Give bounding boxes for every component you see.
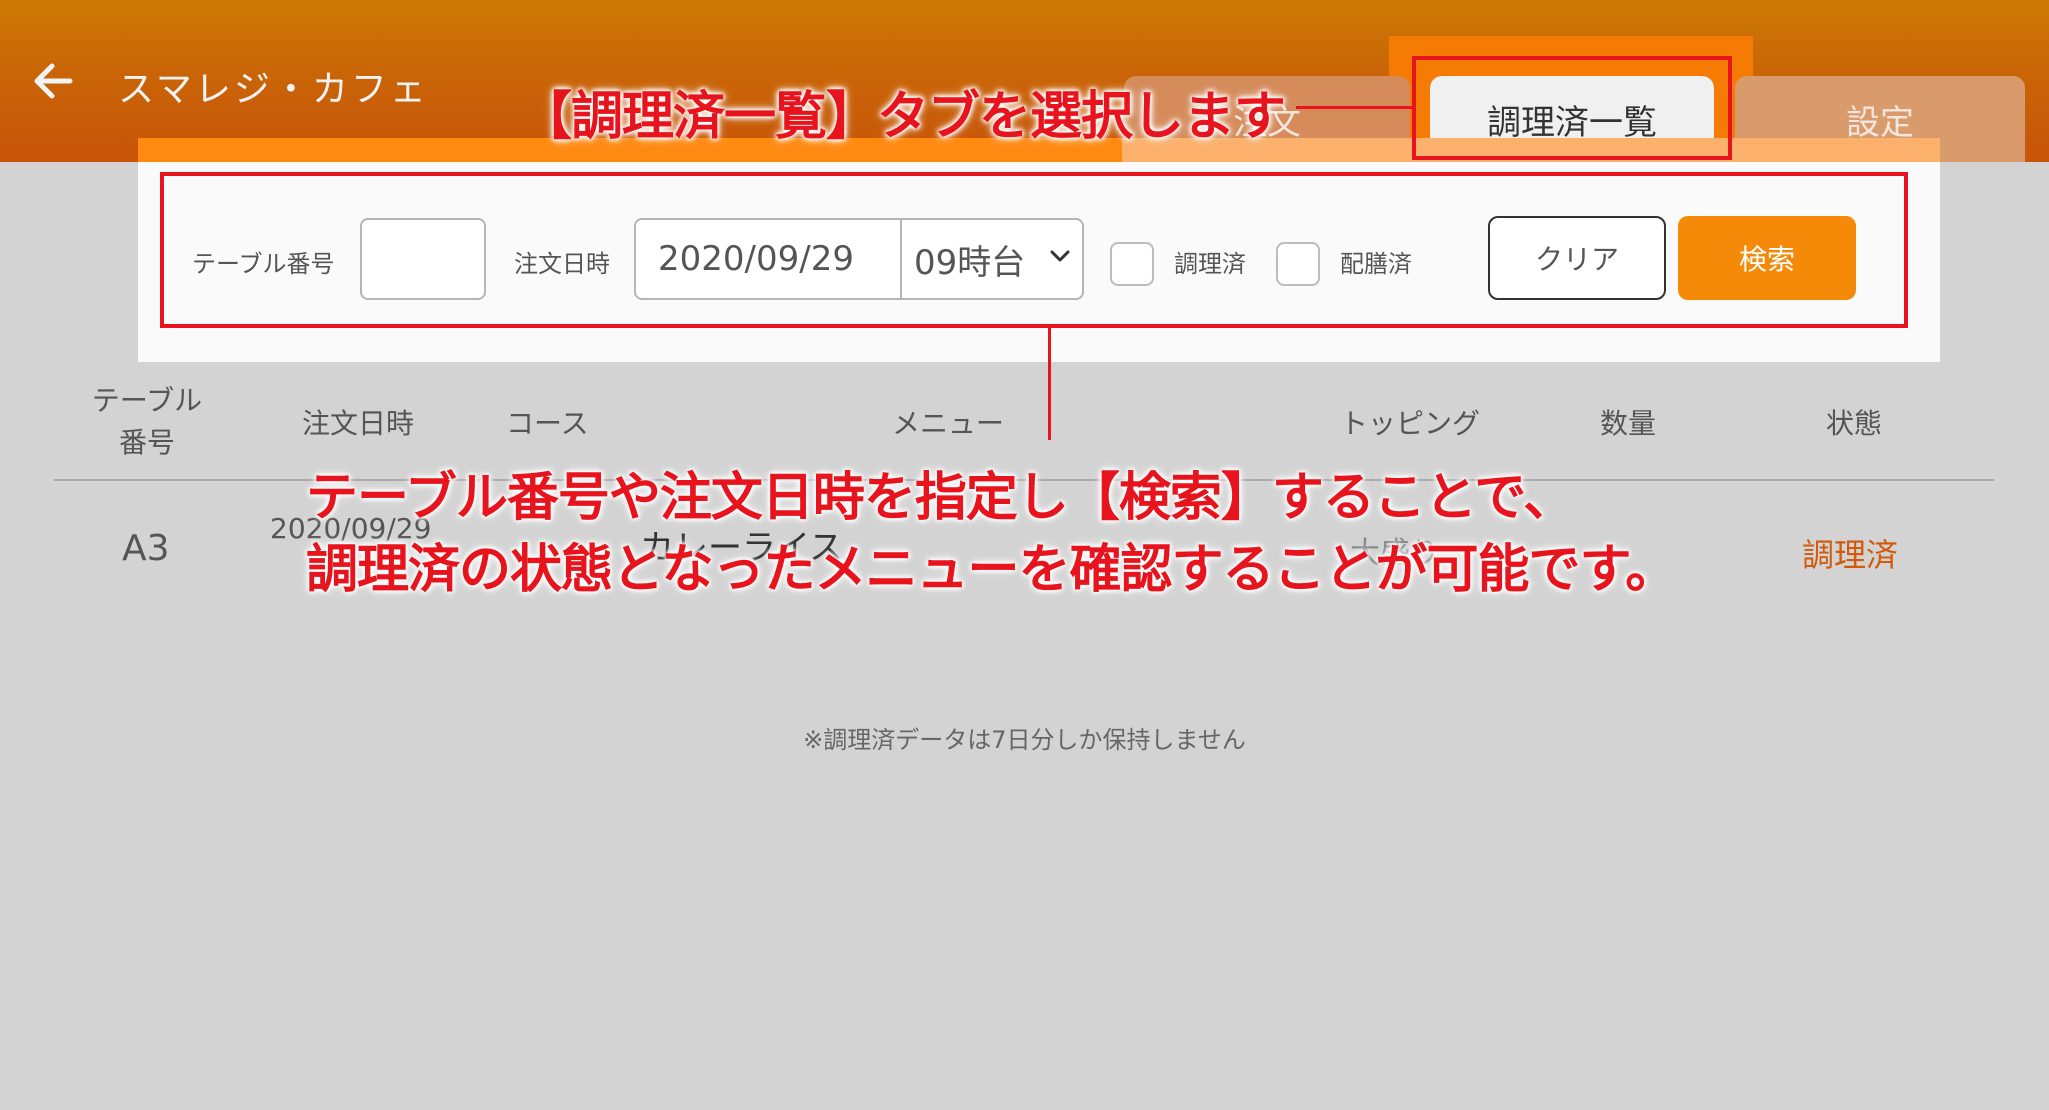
column-header-table-number-line2: 番号 bbox=[118, 426, 175, 459]
annotation-filter-connector bbox=[1048, 328, 1051, 440]
retention-note: ※調理済データは7日分しか保持しません bbox=[803, 726, 1246, 754]
column-header-status: 状態 bbox=[1826, 407, 1883, 440]
annotation-tab-highlight-box bbox=[1412, 56, 1732, 160]
column-header-order-datetime: 注文日時 bbox=[302, 407, 415, 440]
column-header-menu: メニュー bbox=[892, 407, 1005, 440]
column-header-table-number-line1: テーブル bbox=[91, 384, 203, 417]
annotation-filter-highlight-box bbox=[160, 172, 1908, 328]
annotation-search-callout-line2: 調理済の状態となったメニューを確認することが可能です。 bbox=[306, 540, 1677, 600]
column-header-topping: トッピング bbox=[1340, 407, 1481, 440]
back-arrow-icon[interactable] bbox=[30, 54, 80, 108]
app-title: スマレジ・カフェ bbox=[118, 69, 429, 110]
annotation-tab-connector bbox=[1296, 106, 1412, 109]
annotation-tab-callout: 【調理済一覧】タブを選択します bbox=[520, 87, 1286, 147]
column-header-table-number: テーブル 番号 bbox=[86, 380, 208, 464]
row-status: 調理済 bbox=[1802, 536, 1899, 574]
annotation-search-callout: テーブル番号や注文日時を指定し【検索】することで、 調理済の状態となったメニュー… bbox=[306, 462, 1677, 606]
column-header-quantity: 数量 bbox=[1600, 407, 1657, 440]
column-header-course: コース bbox=[506, 407, 589, 440]
annotation-search-callout-line1: テーブル番号や注文日時を指定し【検索】することで、 bbox=[306, 468, 1575, 528]
row-table-number: A3 bbox=[122, 528, 170, 569]
